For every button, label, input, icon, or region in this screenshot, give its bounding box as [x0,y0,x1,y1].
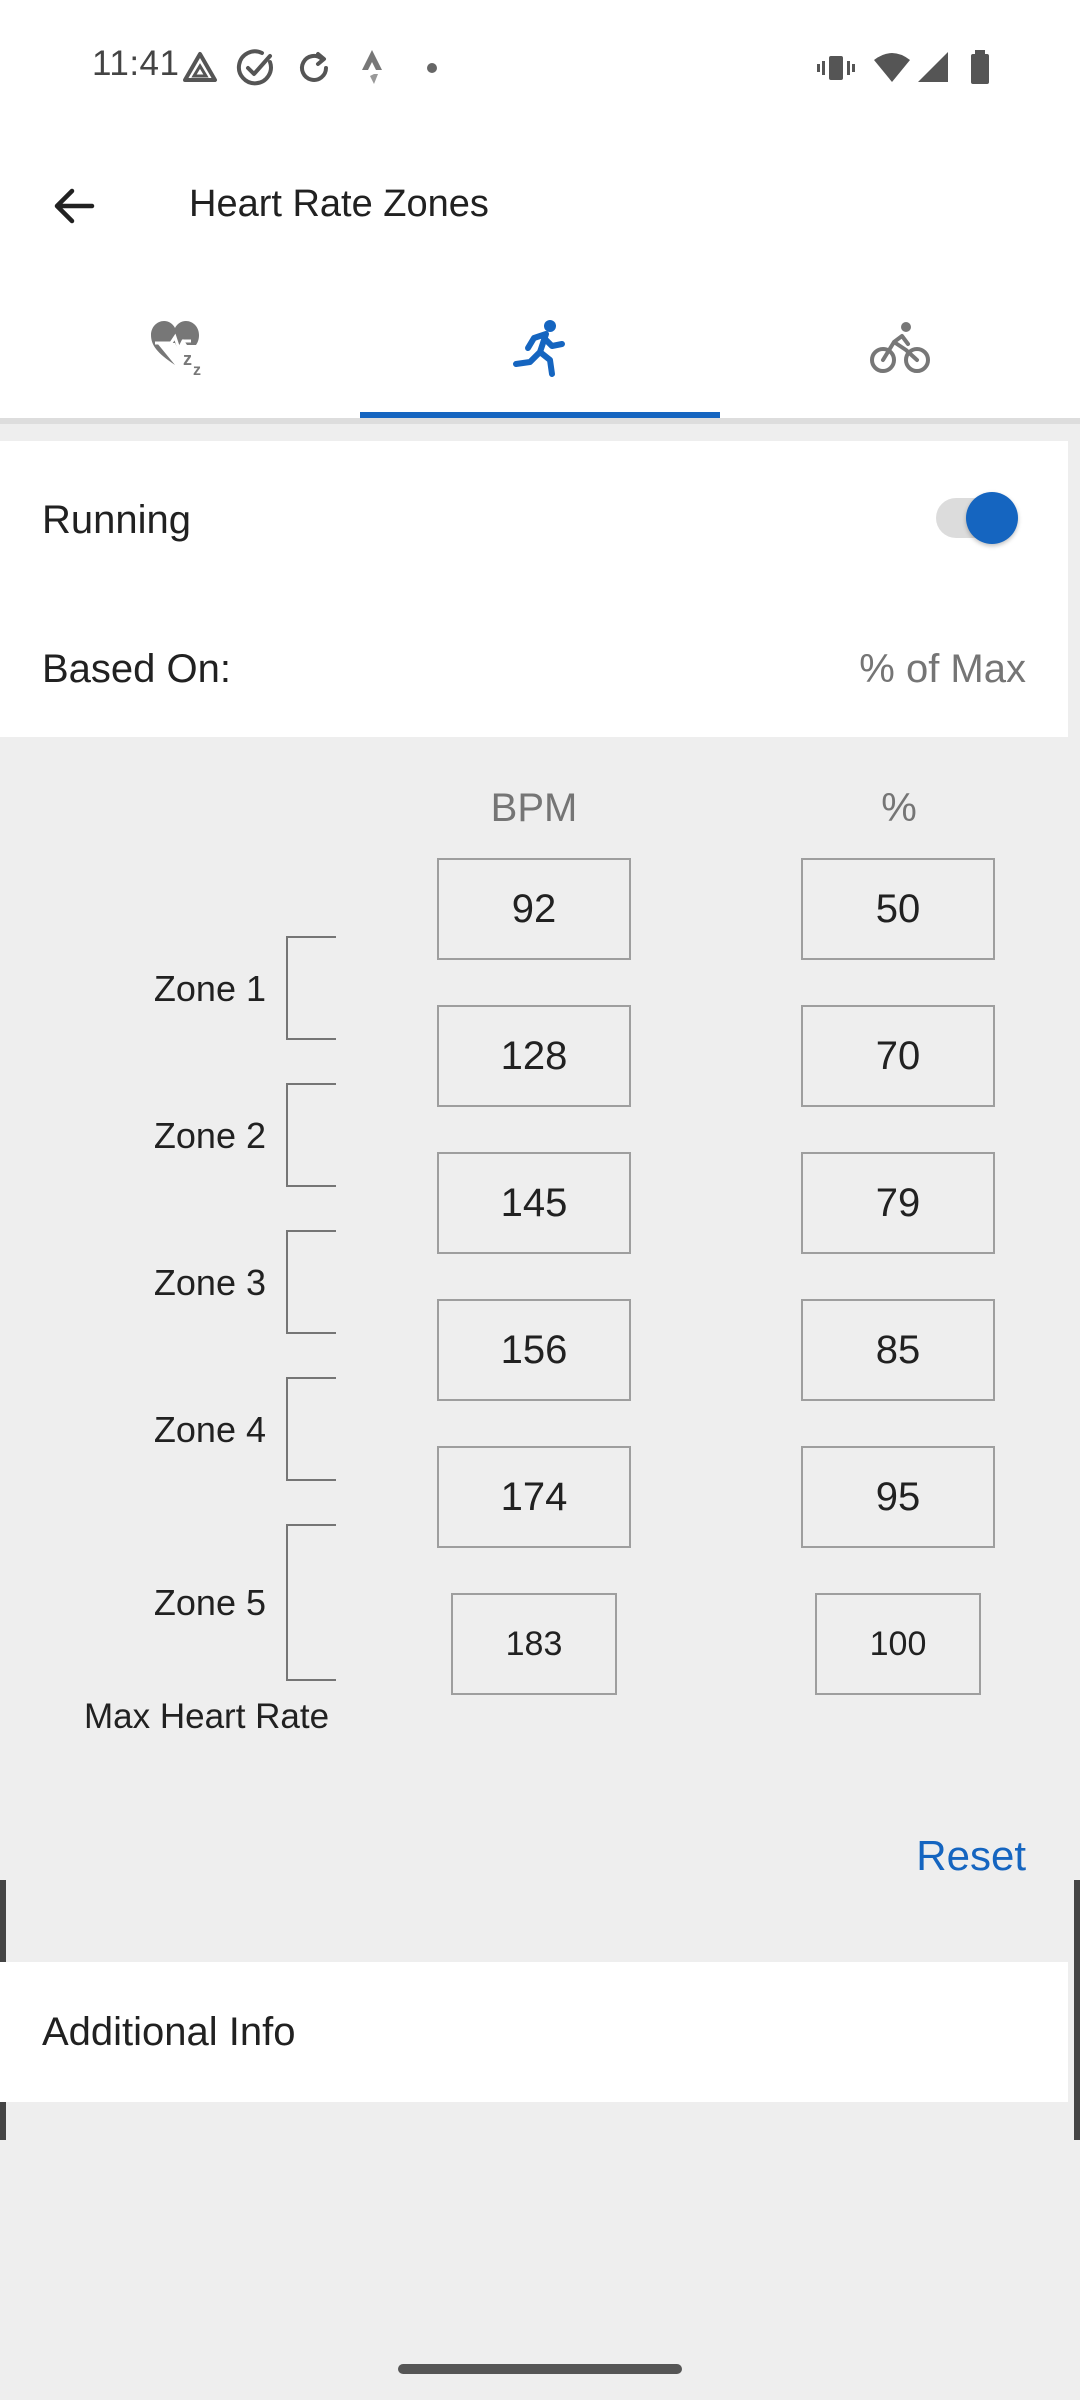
tab-cycling[interactable] [720,278,1080,418]
max-bpm-input[interactable]: 183 [451,1593,617,1695]
zone-bracket [286,1377,336,1481]
heart-sleep-icon: z z [151,321,201,379]
running-icon [513,320,565,377]
percent-input[interactable]: 95 [801,1446,995,1548]
bpm-input[interactable]: 174 [437,1446,631,1548]
zone-label: Zone 3 [153,1262,266,1303]
max-heart-rate-label: Max Heart Rate [84,1697,330,1736]
percent-header: % [881,786,917,830]
svg-text:z: z [193,362,201,379]
drive-icon [183,52,217,82]
toggle-knob[interactable] [966,492,1018,544]
max-percent-input[interactable]: 100 [815,1593,981,1695]
zone-bracket [286,1083,336,1187]
activity-label: Running [42,498,192,542]
percent-input[interactable]: 85 [801,1299,995,1401]
percent-input[interactable]: 50 [801,858,995,960]
sync-icon [300,52,328,82]
status-time: 11:41 [92,44,180,83]
bpm-header: BPM [490,786,578,830]
based-on-label: Based On: [42,647,232,691]
zone-label: Zone 1 [153,968,266,1009]
bpm-input[interactable]: 145 [437,1152,631,1254]
zone-label: Zone 5 [153,1582,266,1623]
back-button[interactable] [40,172,108,240]
percent-input[interactable]: 79 [801,1152,995,1254]
reset-button[interactable]: Reset [916,1832,1026,1880]
dot-icon [427,63,437,73]
strava-icon [362,50,382,84]
battery-icon [971,50,989,84]
check-circle-icon [236,49,273,86]
signal-icon [918,52,948,82]
activity-tabs: z z [0,278,1080,424]
tab-indicator [360,412,720,418]
svg-text:z: z [183,349,192,369]
bpm-input[interactable]: 92 [437,858,631,960]
zone-bracket [286,936,336,1040]
home-indicator[interactable] [398,2364,682,2374]
app-bar [0,136,1080,278]
zone-bracket [286,1230,336,1334]
zone-label: Zone 2 [153,1115,266,1156]
percent-input[interactable]: 70 [801,1005,995,1107]
scroll-edge-right [1074,1880,1080,2140]
based-on-value[interactable]: % of Max [859,647,1026,692]
bpm-input[interactable]: 128 [437,1005,631,1107]
bpm-input[interactable]: 156 [437,1299,631,1401]
zone-label: Zone 4 [153,1409,266,1450]
vibrate-icon [817,56,855,80]
zone-bracket [286,1524,336,1681]
settings-card [0,441,1068,737]
cycling-icon [870,322,930,373]
page-title: Heart Rate Zones [189,183,489,225]
tab-running[interactable] [360,278,720,418]
wifi-icon [874,53,910,82]
tab-sleep[interactable]: z z [0,278,360,418]
additional-info-label: Additional Info [42,2010,296,2054]
arrow-back-icon [54,188,95,224]
